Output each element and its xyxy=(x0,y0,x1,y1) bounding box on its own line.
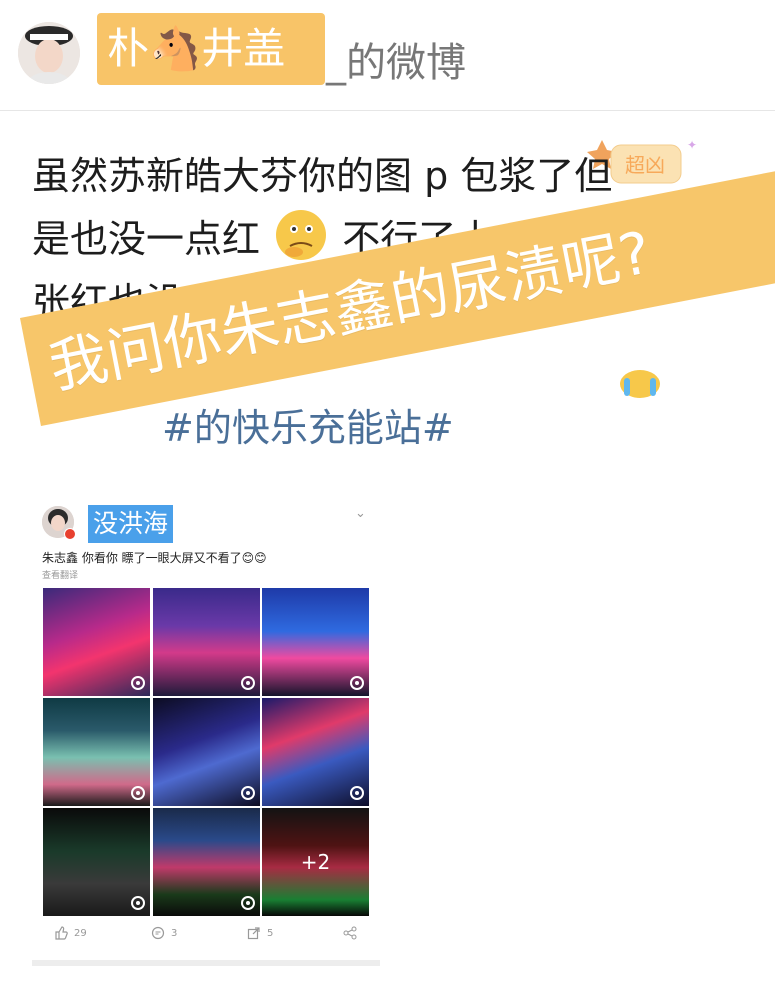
grid-image-1[interactable] xyxy=(43,588,150,696)
post-line-1: 虽然苏新皓大芬你的图 p 包浆了但 xyxy=(32,154,613,198)
live-photo-icon xyxy=(241,786,255,800)
live-photo-icon xyxy=(350,676,364,690)
grid-image-6[interactable] xyxy=(262,698,369,806)
live-photo-icon xyxy=(241,676,255,690)
thumbs-up-icon xyxy=(55,926,68,940)
author-avatar[interactable] xyxy=(18,22,80,84)
live-photo-icon xyxy=(131,786,145,800)
grid-image-4[interactable] xyxy=(43,698,150,806)
post-line-2-prefix: 是也没一点红 xyxy=(32,217,261,261)
grid-image-3[interactable] xyxy=(262,588,369,696)
post-header: 朴🐴井盖 _的微博 xyxy=(0,0,775,111)
embedded-post-card[interactable]: 没洪海 ⌄ 朱志鑫 你看你 瞟了一眼大屏又不看了😊😊 查看翻译 +2 29 3 … xyxy=(32,498,380,964)
translate-link[interactable]: 查看翻译 xyxy=(42,568,78,581)
card-text: 朱志鑫 你看你 瞟了一眼大屏又不看了😊😊 xyxy=(42,551,267,565)
share-icon xyxy=(343,926,357,940)
author-name: 朴🐴井盖 xyxy=(107,24,286,73)
live-photo-icon xyxy=(131,896,145,910)
card-divider xyxy=(32,960,380,966)
image-grid: +2 xyxy=(43,588,369,916)
share-button[interactable] xyxy=(343,926,363,940)
grid-image-9[interactable]: +2 xyxy=(262,808,369,916)
comment-icon xyxy=(151,926,165,940)
live-photo-icon xyxy=(350,786,364,800)
like-count: 29 xyxy=(74,927,87,939)
repost-icon xyxy=(247,927,260,940)
card-action-bar: 29 3 5 xyxy=(32,926,380,950)
comment-count: 3 xyxy=(171,927,178,939)
crying-emoji-icon xyxy=(620,370,660,398)
like-button[interactable]: 29 xyxy=(54,926,87,940)
author-name-suffix: _的微博 xyxy=(326,40,466,86)
comment-button[interactable]: 3 xyxy=(151,926,177,940)
card-username[interactable]: 没洪海 xyxy=(88,505,174,543)
grid-image-8[interactable] xyxy=(153,808,260,916)
verified-badge-icon xyxy=(64,528,76,540)
live-photo-icon xyxy=(241,896,255,910)
repost-button[interactable]: 5 xyxy=(247,926,273,940)
grid-image-2[interactable] xyxy=(153,588,260,696)
live-photo-icon xyxy=(131,676,145,690)
grid-image-7[interactable] xyxy=(43,808,150,916)
thinking-emoji-icon xyxy=(276,210,327,260)
author-name-highlight[interactable]: 朴🐴井盖 xyxy=(97,13,325,85)
grid-image-5[interactable] xyxy=(153,698,260,806)
chevron-down-icon[interactable]: ⌄ xyxy=(355,506,366,521)
more-images-overlay[interactable]: +2 xyxy=(262,808,369,916)
repost-count: 5 xyxy=(267,927,274,939)
